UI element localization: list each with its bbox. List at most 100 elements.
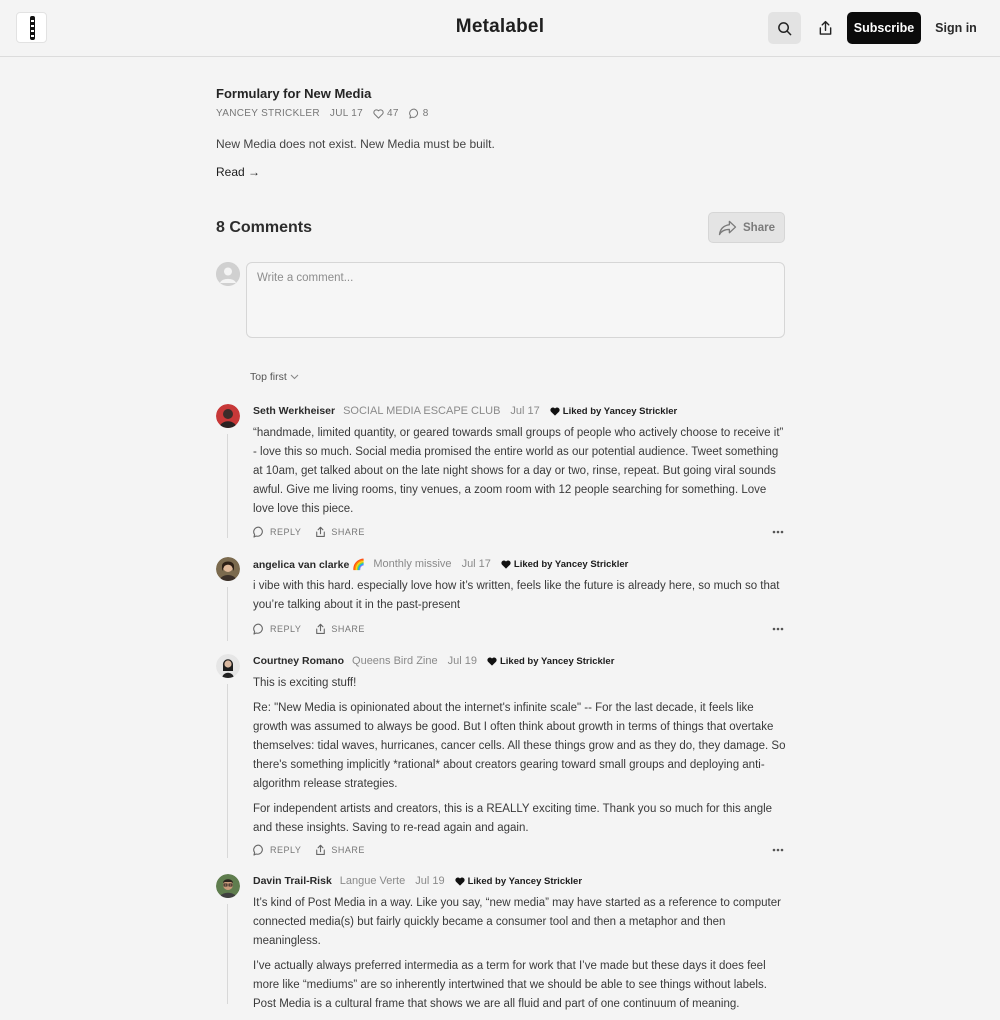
- comment-icon: [253, 526, 263, 538]
- avatar[interactable]: [216, 654, 240, 678]
- comment-actions: REPLY SHARE: [253, 525, 786, 539]
- share-upload-icon: [316, 623, 326, 635]
- share-arrow-icon: [718, 220, 737, 235]
- top-bar: Metalabel Subscribe Sign in: [0, 0, 1000, 57]
- comment-header: angelica van clarke 🌈 Monthly missive Ju…: [253, 557, 628, 571]
- ellipsis-icon: [772, 848, 784, 852]
- commenter-publication[interactable]: SOCIAL MEDIA ESCAPE CLUB: [343, 405, 500, 417]
- subscribe-button[interactable]: Subscribe: [847, 12, 921, 44]
- post-likes-count: 47: [387, 108, 399, 119]
- comment-paragraph: “handmade, limited quantity, or geared t…: [253, 427, 784, 515]
- share-label: SHARE: [331, 624, 365, 634]
- post-likes[interactable]: 47: [373, 108, 399, 119]
- comment-paragraph: Re: "New Media is opinionated about the …: [253, 702, 786, 790]
- avatar[interactable]: [216, 404, 240, 428]
- post-comments-count: 8: [422, 108, 429, 119]
- share-label: SHARE: [331, 527, 365, 537]
- post-meta: YANCEY STRICKLER JUL 17 47 8: [216, 108, 439, 119]
- share-comment-button[interactable]: SHARE: [315, 623, 365, 635]
- search-icon: [778, 21, 792, 35]
- reply-button[interactable]: REPLY: [253, 844, 301, 856]
- search-button[interactable]: [768, 12, 801, 44]
- heart-icon: [373, 108, 384, 119]
- sign-in-link[interactable]: Sign in: [932, 12, 980, 44]
- comment-date[interactable]: Jul 17: [510, 405, 539, 417]
- liked-by-label: Liked by Yancey Strickler: [562, 405, 678, 417]
- comment-header: Seth Werkheiser SOCIAL MEDIA ESCAPE CLUB…: [253, 404, 677, 418]
- more-options-button[interactable]: [772, 622, 784, 636]
- reply-button[interactable]: REPLY: [253, 526, 301, 538]
- reply-button[interactable]: REPLY: [253, 623, 301, 635]
- comment-body: This is exciting stuff! Re: "New Media i…: [253, 674, 786, 844]
- post-comments[interactable]: 8: [408, 108, 429, 119]
- share-upload-icon: [316, 526, 326, 538]
- comment-icon: [408, 108, 418, 119]
- ellipsis-icon: [772, 627, 784, 631]
- thread-line: [227, 904, 228, 1004]
- commenter-name[interactable]: angelica van clarke 🌈: [253, 558, 365, 571]
- comment-body: i vibe with this hard. especially love h…: [253, 577, 786, 621]
- comment-body: “handmade, limited quantity, or geared t…: [253, 424, 786, 525]
- more-options-button[interactable]: [772, 843, 784, 857]
- avatar[interactable]: [216, 557, 240, 581]
- heart-filled-icon: [454, 876, 465, 886]
- share-comments-button[interactable]: Share: [708, 212, 785, 243]
- liked-by-author: Liked by Yancey Strickler: [487, 656, 614, 667]
- comment-input[interactable]: Write a comment...: [246, 262, 785, 338]
- reply-label: REPLY: [270, 624, 302, 634]
- comment-actions: REPLY SHARE: [253, 843, 786, 857]
- thread-line: [227, 434, 228, 538]
- commenter-name[interactable]: Seth Werkheiser: [253, 405, 335, 417]
- comment-date[interactable]: Jul 17: [462, 558, 491, 570]
- comments-heading: 8 Comments: [216, 219, 313, 236]
- commenter-publication[interactable]: Langue Verte: [340, 875, 405, 887]
- thread-line: [227, 587, 228, 641]
- liked-by-author: Liked by Yancey Strickler: [501, 559, 628, 570]
- post-title[interactable]: Formulary for New Media: [216, 86, 371, 101]
- reply-label: REPLY: [270, 845, 302, 855]
- post-date: JUL 17: [329, 108, 364, 119]
- comment-date[interactable]: Jul 19: [448, 655, 477, 667]
- comment-paragraph: It’s kind of Post Media in a way. Like y…: [253, 897, 781, 947]
- share-comment-button[interactable]: SHARE: [315, 844, 365, 856]
- sort-dropdown[interactable]: Top first: [250, 371, 299, 383]
- share-button[interactable]: [809, 12, 841, 44]
- comment-header: Courtney Romano Queens Bird Zine Jul 19 …: [253, 654, 614, 668]
- commenter-name[interactable]: Courtney Romano: [253, 655, 344, 667]
- comment-paragraph: This is exciting stuff!: [253, 677, 357, 689]
- liked-by-label: Liked by Yancey Strickler: [499, 655, 615, 667]
- thread-line: [227, 684, 228, 858]
- share-comments-label: Share: [743, 221, 775, 234]
- commenter-publication[interactable]: Queens Bird Zine: [352, 655, 438, 667]
- comment-paragraph: For independent artists and creators, th…: [253, 803, 773, 834]
- comment-body: It’s kind of Post Media in a way. Like y…: [253, 894, 786, 1020]
- comment-actions: REPLY SHARE: [253, 622, 786, 636]
- ellipsis-icon: [772, 530, 784, 534]
- comment-paragraph: i vibe with this hard. especially love h…: [253, 580, 780, 611]
- reply-label: REPLY: [270, 527, 302, 537]
- post-subtitle: New Media does not exist. New Media must…: [216, 137, 495, 151]
- comment-icon: [253, 844, 263, 856]
- liked-by-label: Liked by Yancey Strickler: [513, 558, 629, 570]
- share-label: SHARE: [331, 845, 365, 855]
- comment-date[interactable]: Jul 19: [415, 875, 444, 887]
- share-upload-icon: [316, 844, 326, 856]
- heart-filled-icon: [501, 559, 511, 569]
- liked-by-label: Liked by Yancey Strickler: [467, 875, 583, 887]
- commenter-publication[interactable]: Monthly missive: [373, 558, 451, 570]
- heart-filled-icon: [550, 406, 560, 416]
- sort-label: Top first: [250, 371, 287, 383]
- chevron-down-icon: [290, 374, 299, 380]
- liked-by-author: Liked by Yancey Strickler: [550, 406, 677, 417]
- avatar[interactable]: [216, 874, 240, 898]
- comment-header: Davin Trail-Risk Langue Verte Jul 19 Lik…: [253, 874, 582, 888]
- more-options-button[interactable]: [772, 525, 784, 539]
- share-upload-icon: [819, 20, 831, 35]
- post-author[interactable]: YANCEY STRICKLER: [216, 108, 320, 119]
- commenter-name[interactable]: Davin Trail-Risk: [253, 875, 332, 887]
- comment-paragraph: I’ve actually always preferred intermedi…: [253, 960, 767, 1010]
- read-link[interactable]: Read →: [216, 165, 260, 179]
- liked-by-author: Liked by Yancey Strickler: [454, 875, 583, 887]
- share-comment-button[interactable]: SHARE: [315, 526, 365, 538]
- current-user-avatar: [216, 262, 240, 286]
